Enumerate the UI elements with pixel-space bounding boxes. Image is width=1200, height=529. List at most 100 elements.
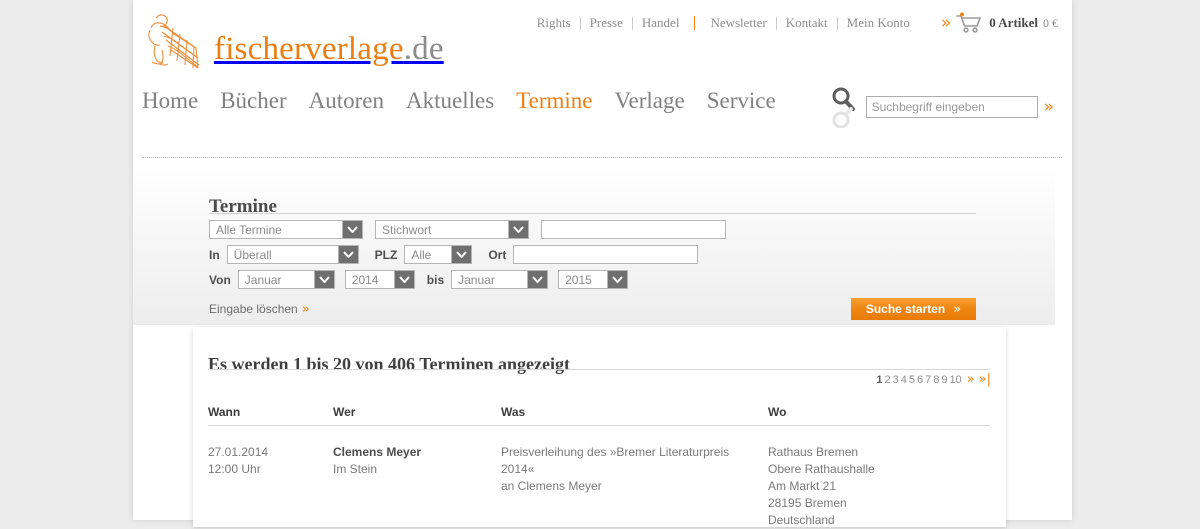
- double-chevron-right-icon: »: [941, 15, 951, 32]
- plz-label: PLZ: [375, 248, 398, 262]
- event-date: 27.01.2014: [208, 444, 325, 461]
- start-search-button[interactable]: Suche starten»: [851, 298, 976, 320]
- event-work: Im Stein: [333, 461, 493, 478]
- venue-city: 28195 Bremen: [768, 495, 982, 512]
- cart-summary[interactable]: » 0 Artikel 0 €: [941, 12, 1058, 34]
- page-link-2[interactable]: 2: [883, 374, 891, 386]
- page-link-4[interactable]: 4: [900, 374, 908, 386]
- nav-item-autoren[interactable]: Autoren: [309, 88, 384, 114]
- page-link-1[interactable]: 1: [875, 374, 883, 386]
- venue-country: Deutschland: [768, 512, 982, 529]
- bis-label: bis: [427, 273, 444, 287]
- chevron-down-icon: [314, 271, 334, 288]
- filter-actions: Eingabe löschen » Suche starten»: [209, 298, 976, 320]
- event-description-line-1: Preisverleihung des »Bremer Literaturpre…: [501, 444, 760, 478]
- chevron-down-icon: [338, 246, 358, 263]
- clear-input-link[interactable]: Eingabe löschen »: [209, 302, 310, 317]
- cell-wann: 27.01.2014 12:00 Uhr: [208, 426, 333, 529]
- nav-item-buecher[interactable]: Bücher: [220, 88, 286, 114]
- logo-wordmark: fischerverlage.de: [214, 31, 444, 68]
- region-select[interactable]: Überall: [227, 245, 359, 264]
- region-select-value: Überall: [228, 246, 338, 263]
- keyword-input[interactable]: [541, 220, 726, 239]
- nav-item-aktuelles[interactable]: Aktuelles: [406, 88, 494, 114]
- last-page-button[interactable]: »|: [979, 372, 991, 387]
- nav-item-verlage[interactable]: Verlage: [614, 88, 684, 114]
- site-logo[interactable]: fischerverlage.de: [142, 6, 444, 74]
- to-year-select-value: 2015: [559, 271, 607, 288]
- next-page-button[interactable]: »: [967, 372, 975, 387]
- ort-input[interactable]: [513, 245, 698, 264]
- event-search-filter-panel: Termine Alle Termine Stichwort: [133, 168, 1055, 325]
- filter-row-3: Von Januar 2014 bis Januar: [209, 269, 726, 290]
- from-year-select[interactable]: 2014: [345, 270, 415, 289]
- double-chevron-right-icon: »: [302, 302, 310, 317]
- from-month-select-value: Januar: [239, 271, 314, 288]
- page-container: Rights Presse Handel Newsletter Kontakt …: [133, 0, 1072, 520]
- logo-brand-text: fischerverlage: [214, 31, 404, 67]
- column-header-was: Was: [501, 405, 768, 426]
- plz-select[interactable]: Alle: [404, 245, 472, 264]
- keyword-type-select-value: Stichwort: [376, 221, 508, 238]
- nav-item-home[interactable]: Home: [142, 88, 198, 114]
- plz-select-value: Alle: [405, 246, 451, 263]
- venue-hall: Obere Rathaushalle: [768, 461, 982, 478]
- cell-wer: Clemens Meyer Im Stein: [333, 426, 501, 529]
- top-link-mein-konto[interactable]: Mein Konto: [838, 15, 919, 31]
- cell-wo: Rathaus Bremen Obere Rathaushalle Am Mar…: [768, 426, 990, 529]
- top-utility-bar: Rights Presse Handel Newsletter Kontakt …: [537, 12, 1058, 34]
- chevron-down-icon: [394, 271, 414, 288]
- results-summary: Es werden 1 bis 20 von 406 Terminen ange…: [208, 354, 570, 375]
- filter-form: Alle Termine Stichwort In: [209, 219, 726, 294]
- page-title: Termine: [209, 196, 277, 218]
- cart-item-count: 0 Artikel: [989, 15, 1038, 31]
- page-link-5[interactable]: 5: [908, 374, 916, 386]
- filter-row-1: Alle Termine Stichwort: [209, 219, 726, 240]
- table-row[interactable]: 27.01.2014 12:00 Uhr Clemens Meyer Im St…: [208, 426, 990, 529]
- event-type-select-value: Alle Termine: [210, 221, 342, 238]
- chevron-down-icon: [527, 271, 547, 288]
- filter-row-2: In Überall PLZ Alle Ort: [209, 244, 726, 265]
- clear-input-label: Eingabe löschen: [209, 302, 298, 316]
- column-header-wer: Wer: [333, 405, 501, 426]
- event-description-line-2: an Clemens Meyer: [501, 478, 760, 495]
- top-links: Rights Presse Handel Newsletter Kontakt …: [537, 15, 919, 31]
- venue-street: Am Markt 21: [768, 478, 982, 495]
- keyword-type-select[interactable]: Stichwort: [375, 220, 529, 239]
- pagination: 1 2 3 4 5 6 7 8 9 10 » »|: [875, 372, 991, 387]
- ort-label: Ort: [488, 248, 506, 262]
- column-header-wo: Wo: [768, 405, 990, 426]
- results-divider: [208, 369, 990, 370]
- cell-was: Preisverleihung des »Bremer Literaturpre…: [501, 426, 768, 529]
- fisherman-with-net-icon: [142, 6, 212, 74]
- to-year-select[interactable]: 2015: [558, 270, 628, 289]
- search-submit-button[interactable]: »: [1044, 99, 1054, 116]
- shopping-cart-icon[interactable]: [955, 12, 983, 34]
- in-label: In: [209, 248, 220, 262]
- event-type-select[interactable]: Alle Termine: [209, 220, 363, 239]
- venue-name: Rathaus Bremen: [768, 444, 982, 461]
- page-link-8[interactable]: 8: [932, 374, 940, 386]
- page-link-10[interactable]: 10: [948, 374, 962, 386]
- top-link-rights[interactable]: Rights: [537, 15, 580, 31]
- page-link-9[interactable]: 9: [940, 374, 948, 386]
- to-month-select[interactable]: Januar: [451, 270, 548, 289]
- page-link-7[interactable]: 7: [924, 374, 932, 386]
- divider-accent: [694, 16, 695, 30]
- top-link-handel[interactable]: Handel: [633, 15, 689, 31]
- nav-item-service[interactable]: Service: [707, 88, 776, 114]
- from-month-select[interactable]: Januar: [238, 270, 335, 289]
- top-link-kontakt[interactable]: Kontakt: [777, 15, 837, 31]
- event-time: 12:00 Uhr: [208, 461, 325, 478]
- page-link-3[interactable]: 3: [892, 374, 900, 386]
- top-link-presse[interactable]: Presse: [581, 15, 632, 31]
- top-link-newsletter[interactable]: Newsletter: [701, 15, 775, 31]
- events-table: Wann Wer Was Wo 27.01.2014 12:00 Uhr Cle…: [208, 405, 990, 529]
- search-icon[interactable]: [830, 86, 856, 128]
- event-author[interactable]: Clemens Meyer: [333, 444, 493, 461]
- start-search-label: Suche starten: [866, 302, 945, 316]
- page-link-6[interactable]: 6: [916, 374, 924, 386]
- nav-item-termine[interactable]: Termine: [516, 88, 592, 114]
- column-header-wann: Wann: [208, 405, 333, 426]
- search-input[interactable]: [866, 96, 1038, 118]
